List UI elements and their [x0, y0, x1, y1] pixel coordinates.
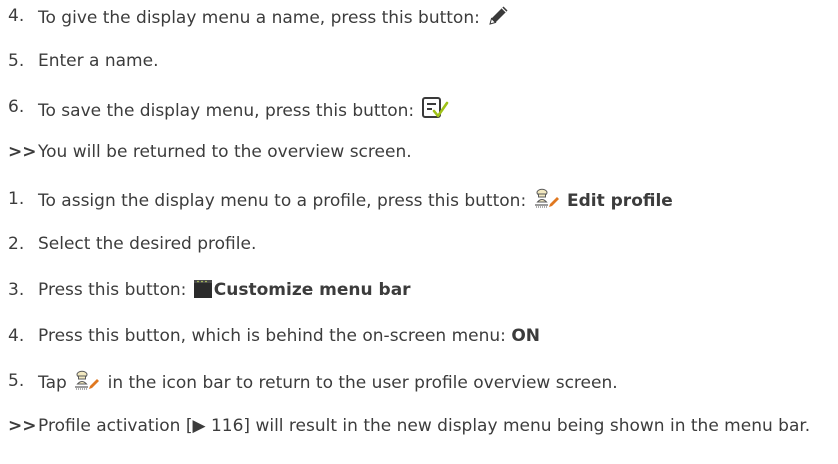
step-text: Select the desired profile.: [38, 234, 257, 254]
step-number: 6.: [8, 97, 25, 117]
step-text: Press this button:: [38, 280, 187, 300]
pencil-icon: [489, 6, 508, 25]
step-text-row: Press this button: Customize menu bar: [38, 279, 411, 301]
oven-icon: [193, 280, 212, 298]
step-result-text: You will be returned to the overview scr…: [38, 142, 412, 162]
step-text-row: Press this button, which is behind the o…: [38, 325, 540, 347]
step-number: 3.: [8, 280, 25, 300]
save-checklist-icon: [421, 97, 448, 118]
step-bold-label: Customize menu bar: [213, 280, 411, 300]
step-text: To assign the display menu to a profile,…: [38, 191, 527, 211]
step-number: 2.: [8, 234, 25, 254]
step-text-row: To give the display menu a name, press t…: [38, 5, 511, 29]
step-number: 1.: [8, 189, 25, 209]
step-arrow-marker: >>: [8, 416, 37, 436]
chef-profile-edit-icon: [75, 370, 100, 390]
step-text: To give the display menu a name, press t…: [38, 8, 480, 28]
step-text: in the icon bar to return to the user pr…: [107, 373, 618, 393]
step-bold-label: ON: [511, 326, 540, 346]
chef-profile-edit-icon: [534, 188, 559, 208]
step-number: 5.: [8, 51, 25, 71]
step-bold-label: Edit profile: [566, 191, 673, 211]
step-text: To save the display menu, press this but…: [38, 101, 415, 121]
step-text: Press this button, which is behind the o…: [38, 326, 506, 346]
step-number: 4.: [8, 326, 25, 346]
instruction-list: 4. To give the display menu a name, pres…: [0, 0, 838, 464]
step-text-row: To assign the display menu to a profile,…: [38, 188, 673, 212]
step-number: 4.: [8, 6, 25, 26]
step-text: Enter a name.: [38, 51, 159, 71]
step-result-text: Profile activation [▶ 116] will result i…: [38, 416, 811, 436]
step-number: 5.: [8, 371, 25, 391]
step-text-row: To save the display menu, press this but…: [38, 96, 452, 122]
step-text-row: Tap in the icon bar to return to the use…: [38, 370, 618, 394]
step-arrow-marker: >>: [8, 142, 37, 162]
step-text: Tap: [38, 373, 67, 393]
